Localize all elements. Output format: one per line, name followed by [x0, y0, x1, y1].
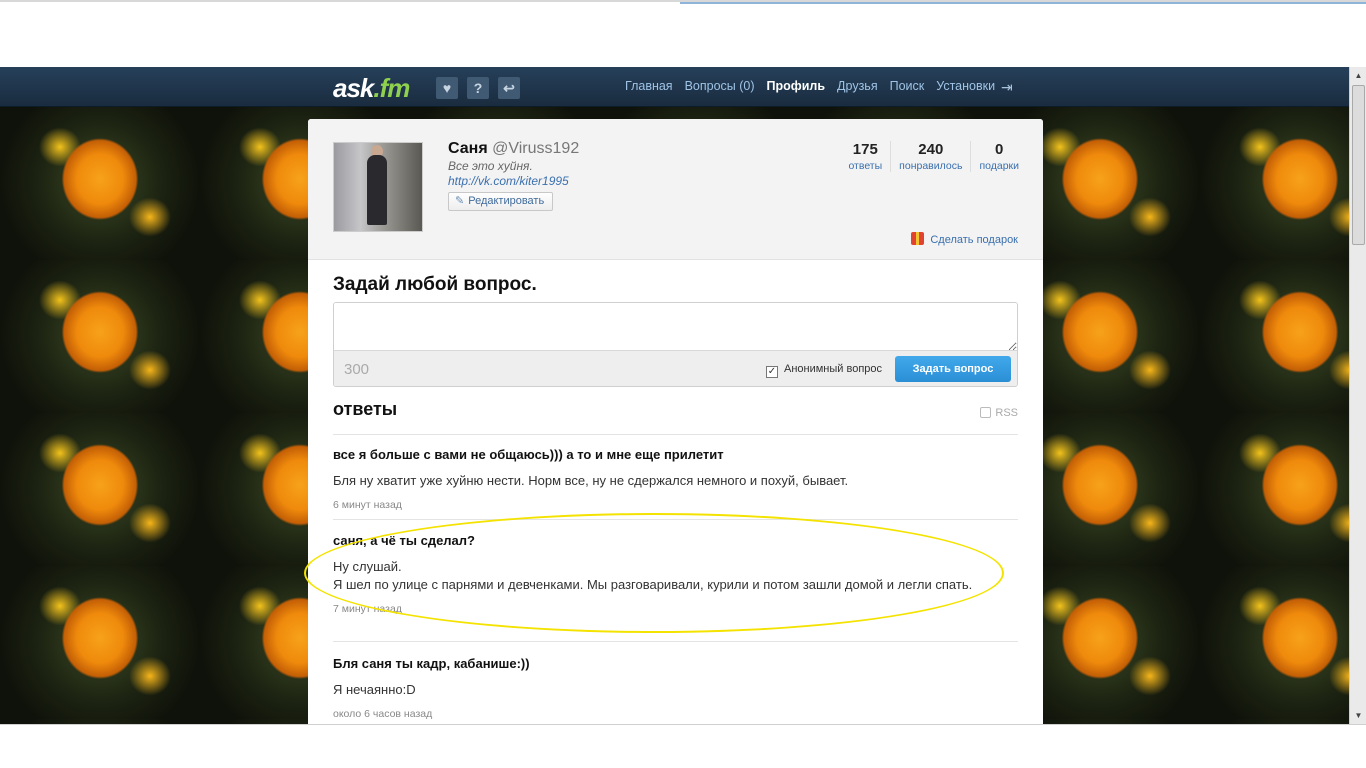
nav-friends[interactable]: Друзья	[837, 79, 878, 93]
answer-text: Я нечаянно:D	[333, 682, 416, 697]
answers-title: ответы	[333, 399, 398, 419]
browser-bottom-area	[0, 724, 1366, 768]
profile-handle: @Viruss192	[492, 140, 580, 157]
question-input[interactable]	[334, 303, 1017, 351]
make-gift-link[interactable]: Сделать подарок	[911, 232, 1018, 246]
logout-icon[interactable]: ⇥	[1001, 79, 1017, 95]
profile-panel: Саня @Viruss192 Все это хуйня. http://vk…	[308, 119, 1043, 724]
char-counter: 300	[344, 361, 370, 378]
answer-text: Бля ну хватит уже хуйню нести. Норм все,…	[333, 473, 849, 488]
ask-question-box: 300 ✓ Анонимный вопрос Задать вопрос	[333, 302, 1018, 387]
answer-text: Ну слушай. Я шел по улице с парнями и де…	[333, 558, 1018, 594]
stat-gifts[interactable]: 0 подарки	[970, 141, 1027, 172]
stat-answers[interactable]: 175 ответы	[840, 141, 890, 172]
anonymous-checkbox[interactable]: ✓	[766, 366, 778, 378]
ask-footer: 300 ✓ Анонимный вопрос Задать вопрос	[334, 350, 1017, 386]
answer-item: все я больше с вами не общаюсь))) а то и…	[333, 447, 1018, 520]
pencil-icon: ✎	[455, 195, 465, 207]
profile-link[interactable]: http://vk.com/kiter1995	[448, 174, 569, 188]
answer-item: Бля саня ты кадр, кабанише:)) Я нечаянно…	[333, 656, 1018, 724]
question-icon[interactable]: ?	[467, 77, 489, 99]
logo-suffix: .fm	[373, 73, 410, 103]
scrollbar-thumb[interactable]	[1352, 85, 1365, 245]
stat-number: 0	[995, 141, 1004, 158]
nav-search[interactable]: Поиск	[890, 79, 925, 93]
nav-settings[interactable]: Установки	[936, 79, 995, 93]
rss-icon	[980, 407, 992, 418]
reply-icon[interactable]: ↩	[498, 77, 520, 99]
stat-number: 240	[918, 141, 944, 158]
nav-profile[interactable]: Профиль	[767, 79, 826, 93]
edit-profile-label: Редактировать	[468, 195, 545, 207]
answer-question[interactable]: Бля саня ты кадр, кабанише:))	[333, 656, 1018, 671]
stat-label: ответы	[848, 160, 883, 172]
nav-questions[interactable]: Вопросы (0)	[685, 79, 755, 93]
answer-time[interactable]: 6 минут назад	[333, 499, 1018, 511]
make-gift-label: Сделать подарок	[930, 234, 1018, 246]
profile-stats: 175 ответы 240 понравилось 0 подарки	[840, 141, 1027, 172]
answer-question[interactable]: саня, а чё ты сделал?	[333, 533, 1018, 548]
answer-text-line: Ну слушай.	[333, 559, 402, 574]
nav-home[interactable]: Главная	[625, 79, 673, 93]
ask-question-button[interactable]: Задать вопрос	[895, 356, 1011, 382]
gift-icon	[911, 232, 925, 245]
vertical-scrollbar[interactable]: ▲ ▼	[1349, 67, 1366, 724]
answer-question[interactable]: все я больше с вами не общаюсь))) а то и…	[333, 447, 1018, 462]
answer-text-line: Я шел по улице с парнями и девченками. М…	[333, 577, 973, 592]
profile-name-line: Саня @Viruss192	[448, 140, 579, 158]
ask-title: Задай любой вопрос.	[333, 274, 537, 295]
profile-header: Саня @Viruss192 Все это хуйня. http://vk…	[308, 119, 1043, 260]
stat-likes[interactable]: 240 понравилось	[890, 141, 970, 172]
ask-fm-logo[interactable]: ask.fm	[333, 73, 410, 104]
scroll-down-icon[interactable]: ▼	[1353, 710, 1364, 721]
avatar-figure	[367, 155, 387, 225]
edit-profile-button[interactable]: ✎ Редактировать	[448, 192, 554, 211]
answer-time[interactable]: 7 минут назад	[333, 603, 1018, 615]
page-background: ask.fm ♥ ? ↩ Главная Вопросы (0) Профиль…	[0, 67, 1349, 724]
scroll-up-icon[interactable]: ▲	[1353, 70, 1364, 81]
browser-top-area	[0, 0, 1366, 67]
tab-strip-line	[680, 2, 1366, 4]
heart-icon[interactable]: ♥	[436, 77, 458, 99]
anonymous-label: Анонимный вопрос	[784, 363, 883, 375]
profile-name: Саня	[448, 140, 488, 157]
anonymous-toggle[interactable]: ✓ Анонимный вопрос	[766, 363, 882, 378]
main-nav: Главная Вопросы (0) Профиль Друзья Поиск…	[625, 79, 995, 93]
profile-bio: Все это хуйня.	[448, 159, 533, 173]
answers-divider	[333, 434, 1018, 435]
rss-link[interactable]: RSS	[980, 407, 1018, 419]
site-header: ask.fm ♥ ? ↩ Главная Вопросы (0) Профиль…	[0, 67, 1349, 107]
rss-label: RSS	[995, 407, 1018, 419]
stat-label: подарки	[979, 160, 1019, 172]
stat-number: 175	[852, 141, 878, 158]
answer-time[interactable]: около 6 часов назад	[333, 708, 1018, 720]
logo-text: ask	[333, 73, 374, 103]
answer-item: саня, а чё ты сделал? Ну слушай. Я шел п…	[333, 533, 1018, 642]
avatar[interactable]	[333, 142, 423, 232]
stat-label: понравилось	[899, 160, 963, 172]
